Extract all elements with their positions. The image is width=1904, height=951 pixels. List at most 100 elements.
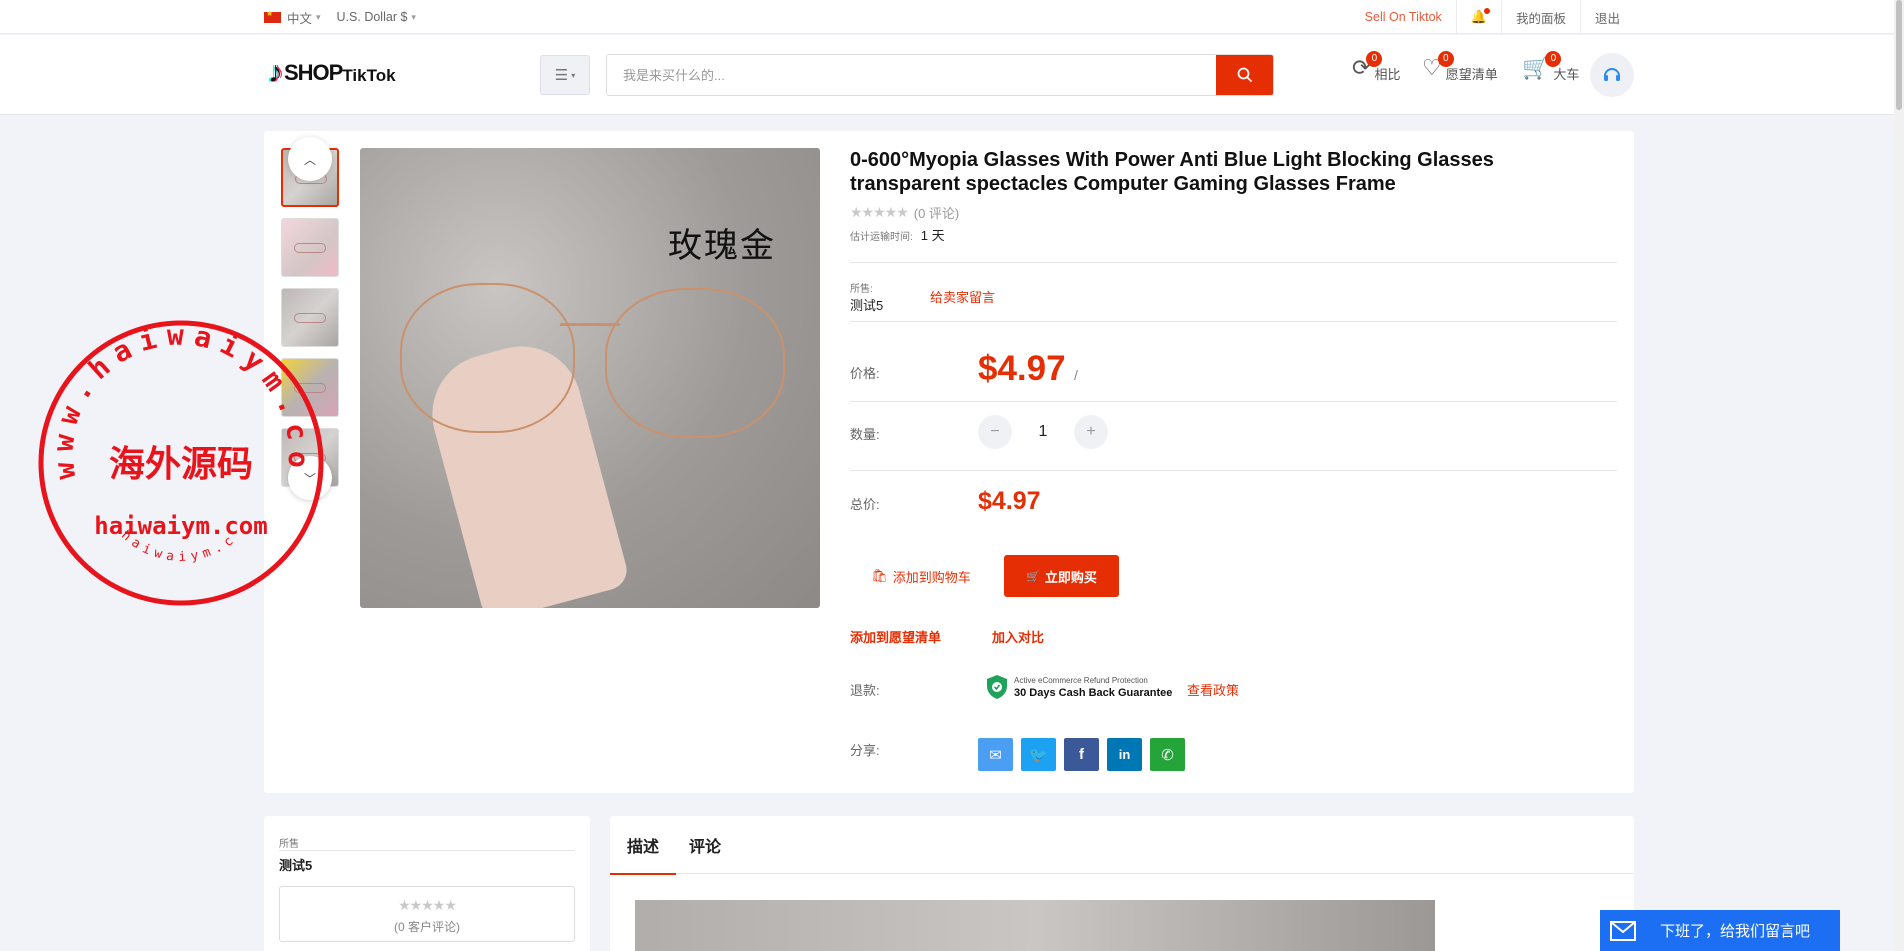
whatsapp-share-button[interactable]: ✆: [1150, 738, 1185, 771]
seller-rating-stars: ★★★★★: [398, 897, 457, 913]
divider: [850, 470, 1617, 471]
add-to-compare-link[interactable]: 加入对比: [992, 627, 1044, 646]
sell-on-tiktok-link[interactable]: Sell On Tiktok: [1351, 0, 1456, 34]
chat-widget-button[interactable]: 下班了，给我们留言吧: [1600, 910, 1840, 951]
price-unit: /: [1074, 367, 1078, 383]
buy-now-label: 立即购买: [1044, 569, 1097, 585]
watermark-center-text: 海外源码: [109, 443, 253, 485]
add-to-cart-label: 添加到购物车: [892, 569, 971, 585]
headset-icon: [1604, 68, 1620, 81]
facebook-share-button[interactable]: f: [1064, 738, 1099, 771]
search-input[interactable]: [607, 55, 1216, 95]
watermark-domain-text: haiwaiym.com: [94, 512, 267, 540]
divider: [850, 321, 1617, 322]
description-card: 描述 评论: [609, 816, 1634, 951]
seller-review-count: (0 客户评论): [393, 920, 460, 934]
shop-tiktok-logo[interactable]: ♪ SHOP TikTok: [268, 58, 396, 88]
view-policy-link[interactable]: 查看政策: [1187, 680, 1239, 699]
tab-description[interactable]: 描述: [609, 816, 677, 875]
language-label: 中文: [287, 11, 313, 26]
thumbnail-scroll-up-button[interactable]: ︿: [288, 137, 332, 181]
message-seller-link[interactable]: 给卖家留言: [930, 287, 995, 306]
product-rating: ★★★★★ (0 评论): [850, 203, 959, 222]
search-icon: [1237, 67, 1252, 83]
total-price: $4.97: [978, 487, 1041, 515]
product-price: $4.97: [978, 349, 1066, 388]
cart-label: 大车: [1553, 67, 1580, 82]
bag-icon: 🛍: [871, 568, 888, 583]
compare-label: 相比: [1374, 67, 1401, 82]
eta-label: 估计运输时间:: [850, 232, 913, 243]
sold-by-label: 所售:: [850, 284, 873, 295]
hamburger-icon: ☰: [554, 67, 569, 84]
quantity-decrease-button[interactable]: −: [978, 415, 1012, 449]
cart-icon: 🛒: [1026, 570, 1040, 583]
divider: [850, 401, 1617, 402]
buy-now-button[interactable]: 🛒 立即购买: [1004, 555, 1119, 597]
twitter-icon: 🐦: [1029, 746, 1048, 764]
refund-protection-text: Active eCommerce Refund Protection: [1014, 675, 1148, 685]
twitter-share-button[interactable]: 🐦: [1021, 738, 1056, 771]
heart-icon: ♡ 0: [1422, 51, 1454, 79]
shield-check-icon: [987, 675, 1007, 699]
eta-value: 1 天: [920, 228, 945, 243]
linkedin-icon: in: [1118, 747, 1131, 762]
quantity-input[interactable]: 1: [1012, 423, 1074, 441]
chevron-down-icon: ▾: [411, 11, 416, 22]
notifications-button[interactable]: 🔔: [1455, 0, 1501, 34]
mail-icon: [1600, 920, 1646, 941]
top-bar: 中文 ▾ U.S. Dollar $ ▾ Sell On Tiktok 🔔 我的…: [0, 0, 1904, 34]
chat-widget-label: 下班了，给我们留言吧: [1660, 923, 1811, 940]
category-menu-button[interactable]: ☰ ▾: [540, 55, 590, 95]
tab-reviews[interactable]: 评论: [689, 816, 721, 874]
logo-tiktok-text: TikTok: [342, 65, 396, 85]
image-caption-text: 玫瑰金: [668, 226, 776, 266]
add-to-cart-button[interactable]: 🛍 添加到购物车: [850, 555, 992, 597]
divider: [279, 850, 575, 851]
email-share-button[interactable]: ✉: [978, 738, 1013, 771]
rating-stars: ★★★★★: [850, 204, 909, 220]
support-button[interactable]: [1590, 53, 1634, 97]
shipping-eta: 估计运输时间: 1 天: [850, 225, 945, 244]
price-label: 价格:: [850, 366, 880, 381]
wishlist-label: 愿望清单: [1445, 67, 1498, 82]
compare-button[interactable]: ⟳ 0 相比: [1352, 51, 1400, 82]
product-main-image[interactable]: 玫瑰金: [360, 148, 820, 608]
share-buttons: ✉ 🐦 f in ✆: [978, 738, 1193, 771]
review-count[interactable]: (0 评论): [914, 203, 960, 222]
tiktok-note-icon: ♪: [268, 56, 283, 89]
seller-card: 所售 测试5 ★★★★★ (0 客户评论): [264, 816, 590, 951]
cart-button[interactable]: 🛒 0 大车: [1522, 51, 1579, 82]
currency-selector[interactable]: U.S. Dollar $ ▾: [337, 10, 416, 24]
dashboard-link[interactable]: 我的面板: [1500, 0, 1580, 34]
language-selector[interactable]: 中文 ▾: [264, 8, 321, 27]
minus-icon: −: [990, 423, 1000, 440]
whatsapp-icon: ✆: [1161, 746, 1174, 764]
chevron-up-icon: ︿: [303, 152, 316, 167]
quantity-increase-button[interactable]: +: [1074, 415, 1108, 449]
quantity-stepper: − 1 +: [978, 415, 1108, 449]
facebook-icon: f: [1079, 746, 1084, 763]
seller-card-name[interactable]: 测试5: [279, 855, 312, 874]
logout-link[interactable]: 退出: [1579, 0, 1634, 34]
thumbnail-2[interactable]: [281, 218, 339, 277]
compare-icon: ⟳ 0: [1352, 51, 1383, 79]
product-tabs: 描述 评论: [609, 816, 1634, 875]
scrollbar-thumb[interactable]: [1896, 0, 1902, 110]
page-scrollbar[interactable]: [1894, 0, 1904, 951]
linkedin-share-button[interactable]: in: [1107, 738, 1142, 771]
search-button[interactable]: [1216, 55, 1273, 95]
cash-back-guarantee-text: 30 Days Cash Back Guarantee: [1014, 686, 1173, 699]
chevron-down-icon: ▾: [316, 11, 321, 22]
currency-label: U.S. Dollar $: [336, 10, 408, 24]
search-bar: [606, 54, 1274, 96]
quantity-label: 数量:: [850, 427, 880, 442]
chevron-down-icon: ▾: [571, 70, 576, 80]
add-to-wishlist-link[interactable]: 添加到愿望清单: [850, 627, 941, 646]
share-label: 分享:: [850, 743, 880, 758]
total-label: 总价:: [850, 497, 880, 512]
seller-name[interactable]: 测试5: [850, 298, 883, 313]
cart-icon: 🛒 0: [1522, 51, 1562, 79]
wishlist-button[interactable]: ♡ 0 愿望清单: [1422, 51, 1498, 82]
refund-guarantee-badge: Active eCommerce Refund Protection 30 Da…: [986, 674, 1172, 700]
